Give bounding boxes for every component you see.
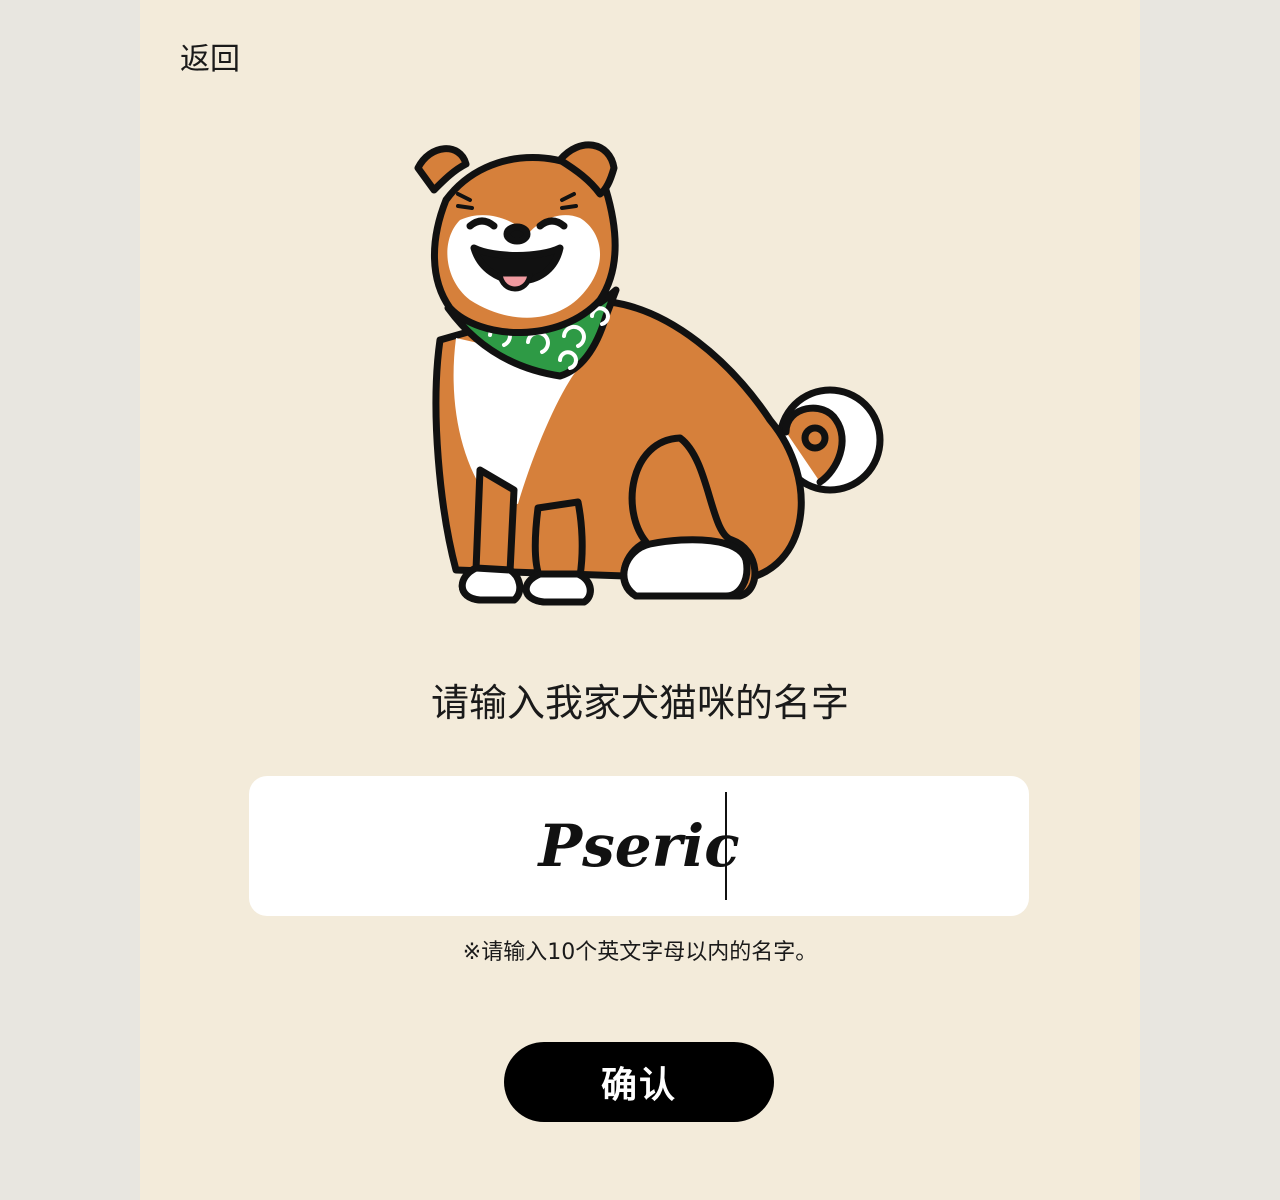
dog-tongue xyxy=(497,271,533,292)
app-panel: 返回 请输入我家犬猫咪的名字 Pseric ※请输入10个英文字母以内的名字。 … xyxy=(140,0,1140,1200)
confirm-button[interactable]: 确认 xyxy=(504,1042,774,1122)
name-input-container[interactable] xyxy=(249,776,1029,916)
text-caret xyxy=(725,792,727,900)
pet-name-input[interactable] xyxy=(249,776,1029,916)
dog-nose xyxy=(503,223,531,245)
name-length-hint: ※请输入10个英文字母以内的名字。 xyxy=(462,940,818,965)
name-prompt: 请输入我家犬猫咪的名字 xyxy=(430,681,849,725)
shiba-dog-icon xyxy=(414,141,884,606)
back-button[interactable]: 返回 xyxy=(180,40,240,80)
